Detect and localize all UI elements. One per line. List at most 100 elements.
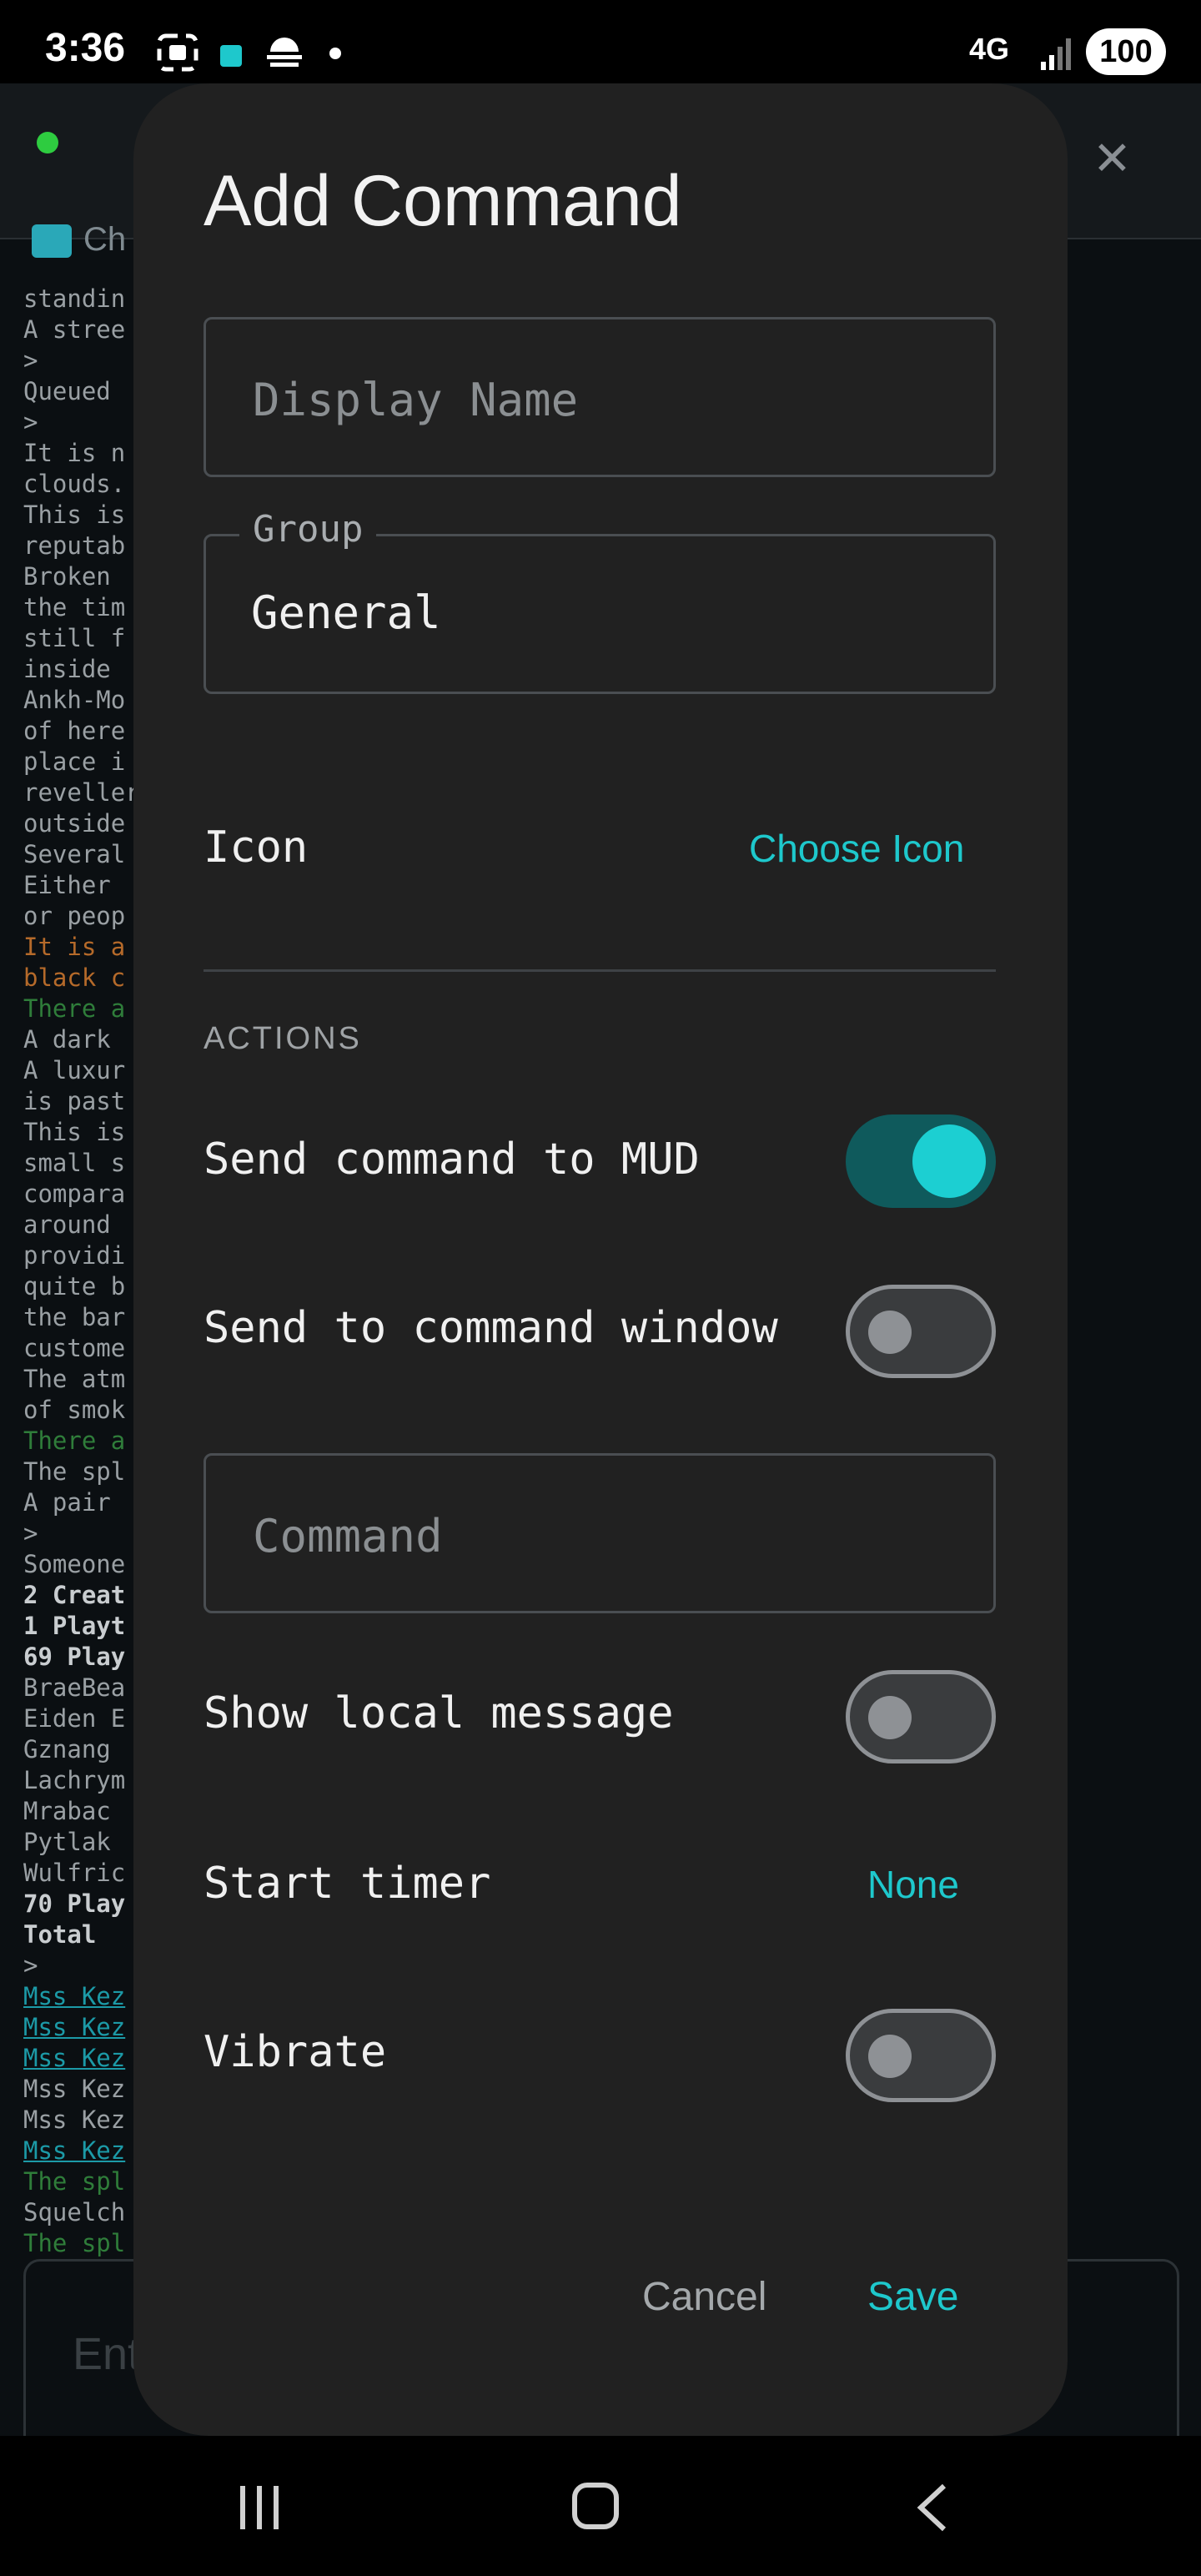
terminal-line: place i [23,747,126,776]
terminal-line: 70 Play [23,1889,126,1918]
terminal-line: reputab [23,531,126,560]
terminal-line: outside [23,809,126,838]
terminal-line[interactable]: Mss Kez [23,1981,140,2012]
toggle-knob [868,1696,912,1739]
group-value[interactable]: General [251,586,952,645]
terminal-line: A dark [23,1025,111,1054]
terminal-line: 1 Playt [23,1612,126,1640]
terminal-line: There a [23,1426,126,1455]
dot-icon [329,48,341,59]
vibrate-toggle[interactable] [846,2009,996,2102]
cancel-button[interactable]: Cancel [642,2274,766,2320]
terminal-line: > [23,408,38,436]
screenshot-icon [157,33,198,72]
send-to-mud-toggle[interactable] [846,1114,996,1208]
terminal-line: black c [23,963,126,992]
terminal-line: Gznang [23,1735,111,1763]
home-icon[interactable] [572,2483,619,2529]
terminal-line: The atm [23,1365,126,1393]
show-local-message-label: Show local message [204,1688,674,1738]
toggle-knob [868,1311,912,1354]
terminal-line: around [23,1210,111,1239]
mud-output: standin A stree > Queued > It is n clouds. This… [23,284,140,2259]
terminal-line: The spl [23,2229,126,2257]
display-name-field[interactable] [204,317,996,477]
terminal-line: Pytlak [23,1828,111,1856]
terminal-line: It is n [23,439,126,467]
terminal-line: Total [23,1920,97,1949]
weather-icon [267,38,302,67]
navigation-bar [0,2436,1201,2576]
background-input-placeholder: Ent [73,2329,141,2379]
chat-tab-label: Ch [83,221,127,258]
recent-apps-icon[interactable] [240,2486,290,2533]
terminal-line: This is [23,1118,126,1146]
send-to-window-toggle[interactable] [846,1285,996,1378]
terminal-line: There a [23,994,126,1023]
toggle-knob [868,2035,912,2078]
connection-status-dot [37,132,58,153]
display-name-input[interactable] [251,370,955,430]
terminal-line: A stree [23,315,126,344]
terminal-line: the tim [23,593,126,621]
terminal-line[interactable]: Mss Kez [23,2043,140,2074]
terminal-line: Squelch [23,2198,126,2226]
save-button[interactable]: Save [867,2274,958,2320]
toggle-knob [912,1124,986,1198]
terminal-line: The spl [23,2167,126,2196]
chat-icon [32,224,72,259]
terminal-line: still f [23,624,126,652]
terminal-line: 69 Play [23,1643,126,1671]
dialog-title: Add Command [204,161,682,241]
terminal-line: quite b [23,1272,126,1301]
terminal-line: The spl [23,1457,126,1486]
terminal-line: Lachrym [23,1766,126,1794]
terminal-line: providi [23,1241,126,1270]
terminal-line: > [23,1951,38,1980]
divider [204,969,996,972]
show-local-message-toggle[interactable] [846,1670,996,1763]
terminal-line: Mss Kez [23,2106,126,2134]
terminal-line: Mrabac [23,1797,111,1825]
terminal-line[interactable]: Mss Kez [23,2136,140,2166]
group-field[interactable]: Group General [204,508,996,694]
terminal-line: custome [23,1334,126,1362]
actions-section-header: ACTIONS [204,1021,362,1056]
terminal-line: A luxur [23,1056,126,1084]
terminal-line: Wulfric [23,1859,126,1887]
terminal-line: > [23,1519,38,1547]
terminal-line: reveller [23,778,140,807]
send-to-mud-label: Send command to MUD [204,1135,700,1185]
terminal-line: 2 Creat [23,1581,126,1609]
start-timer-button[interactable]: None [867,1862,959,1907]
terminal-line: Ankh-Mo [23,686,126,714]
status-time: 3:36 [45,26,126,70]
terminal-line[interactable]: Mss Kez [23,2012,140,2043]
terminal-line: or peop [23,902,126,930]
command-input[interactable] [251,1506,955,1566]
chat-tab[interactable]: Ch [32,221,126,259]
vibrate-label: Vibrate [204,2027,387,2077]
terminal-line: Several [23,840,126,868]
back-icon[interactable] [914,2483,951,2533]
terminal-line: standin [23,284,126,313]
terminal-line: inside [23,655,111,683]
choose-icon-button[interactable]: Choose Icon [749,826,964,871]
command-field[interactable] [204,1453,996,1613]
close-icon[interactable]: ✕ [1093,135,1132,182]
terminal-line: Someone [23,1550,126,1578]
network-type: 4G [969,32,1010,66]
signal-icon [1041,38,1071,70]
terminal-line: of here [23,717,126,745]
start-timer-label: Start timer [204,1859,491,1909]
terminal-line: is past [23,1087,126,1115]
terminal-line: BraeBea [23,1673,126,1702]
terminal-line: Queued [23,377,111,405]
terminal-line: This is [23,501,126,529]
battery-indicator: 100 [1086,28,1166,75]
terminal-line: compara [23,1180,126,1208]
add-command-dialog: Add Command Group General Icon Choose Ic… [133,83,1068,2436]
app-notification-icon [220,45,242,67]
group-label: Group [239,508,377,551]
terminal-line: Mss Kez [23,2075,126,2103]
